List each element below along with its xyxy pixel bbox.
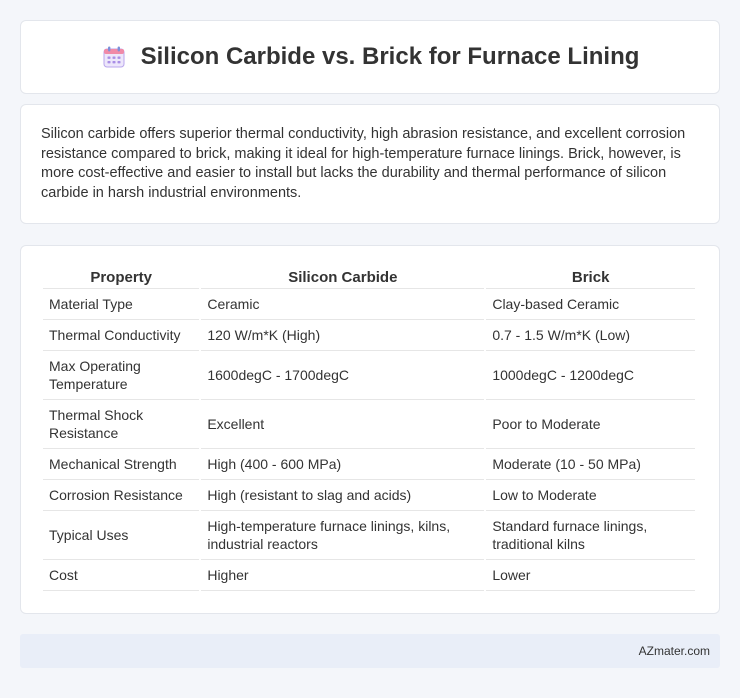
cell-brick: Moderate (10 - 50 MPa) — [486, 449, 695, 480]
cell-brick: Low to Moderate — [486, 480, 695, 511]
cell-silicon-carbide: High (resistant to slag and acids) — [201, 480, 485, 511]
cell-property: Corrosion Resistance — [43, 480, 200, 511]
footer: AZmater.com — [20, 634, 720, 668]
cell-property: Typical Uses — [43, 511, 200, 560]
cell-brick: Standard furnace linings, traditional ki… — [486, 511, 695, 560]
table-row: Cost Higher Lower — [43, 560, 695, 591]
table-header-row: Property Silicon Carbide Brick — [43, 266, 695, 289]
table-row: Typical Uses High-temperature furnace li… — [43, 511, 695, 560]
column-header-silicon-carbide: Silicon Carbide — [201, 266, 485, 289]
cell-property: Thermal Conductivity — [43, 320, 200, 351]
header-card: Silicon Carbide vs. Brick for Furnace Li… — [20, 20, 720, 94]
column-header-property: Property — [43, 266, 200, 289]
cell-brick: Lower — [486, 560, 695, 591]
cell-silicon-carbide: 120 W/m*K (High) — [201, 320, 485, 351]
cell-silicon-carbide: Ceramic — [201, 289, 485, 320]
table-row: Thermal Shock Resistance Excellent Poor … — [43, 400, 695, 449]
page-title: Silicon Carbide vs. Brick for Furnace Li… — [140, 43, 640, 70]
table-row: Max Operating Temperature 1600degC - 170… — [43, 351, 695, 400]
calendar-icon — [101, 44, 127, 70]
comparison-table: Property Silicon Carbide Brick Material … — [41, 266, 697, 591]
footer-source-text: AZmater.com — [638, 644, 710, 658]
table-row: Corrosion Resistance High (resistant to … — [43, 480, 695, 511]
comparison-table-card: Property Silicon Carbide Brick Material … — [20, 245, 720, 614]
cell-silicon-carbide: Higher — [201, 560, 485, 591]
cell-property: Material Type — [43, 289, 200, 320]
table-row: Thermal Conductivity 120 W/m*K (High) 0.… — [43, 320, 695, 351]
cell-silicon-carbide: Excellent — [201, 400, 485, 449]
summary-card: Silicon carbide offers superior thermal … — [20, 104, 720, 224]
cell-property: Mechanical Strength — [43, 449, 200, 480]
cell-property: Cost — [43, 560, 200, 591]
cell-brick: 0.7 - 1.5 W/m*K (Low) — [486, 320, 695, 351]
table-row: Mechanical Strength High (400 - 600 MPa)… — [43, 449, 695, 480]
cell-silicon-carbide: 1600degC - 1700degC — [201, 351, 485, 400]
table-row: Material Type Ceramic Clay-based Ceramic — [43, 289, 695, 320]
cell-property: Thermal Shock Resistance — [43, 400, 200, 449]
cell-property: Max Operating Temperature — [43, 351, 200, 400]
cell-brick: Clay-based Ceramic — [486, 289, 695, 320]
cell-silicon-carbide: High-temperature furnace linings, kilns,… — [201, 511, 485, 560]
header: Silicon Carbide vs. Brick for Furnace Li… — [101, 43, 640, 71]
cell-brick: 1000degC - 1200degC — [486, 351, 695, 400]
summary-text: Silicon carbide offers superior thermal … — [41, 126, 686, 201]
cell-silicon-carbide: High (400 - 600 MPa) — [201, 449, 485, 480]
cell-brick: Poor to Moderate — [486, 400, 695, 449]
column-header-brick: Brick — [486, 266, 695, 289]
